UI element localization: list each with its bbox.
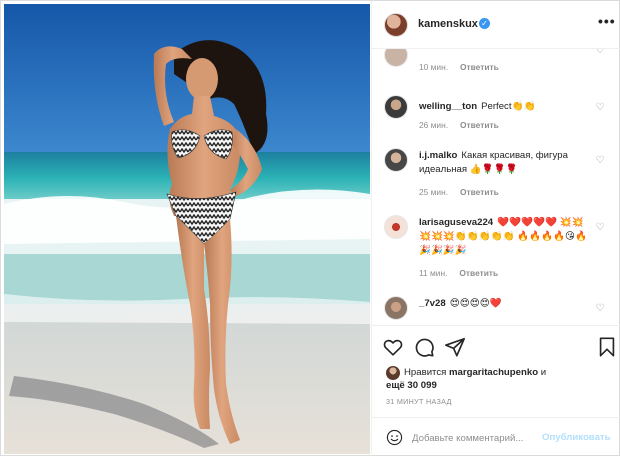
verified-badge-icon: ✓	[479, 18, 490, 29]
comment-icon[interactable]	[413, 336, 435, 358]
comment-username[interactable]: _7v28	[419, 298, 446, 309]
comment-heart-icon[interactable]: ♡	[594, 222, 606, 234]
likes-count[interactable]: ещё 30 099	[386, 380, 437, 391]
post-photo[interactable]	[4, 4, 370, 454]
heart-icon[interactable]	[382, 336, 404, 358]
comment-username[interactable]: welling__ton	[419, 101, 477, 112]
commenter-avatar[interactable]	[384, 148, 408, 172]
comment-text: welling__ton Perfect👏👏	[419, 100, 589, 114]
comment-heart-icon[interactable]: ♡	[594, 49, 606, 57]
commenter-avatar[interactable]	[384, 215, 408, 239]
comment-text: _7v28 😍😍😍😍❤️	[419, 297, 589, 311]
emoji-icon[interactable]	[386, 429, 403, 446]
reply-button[interactable]: Ответить	[460, 120, 499, 130]
bookmark-icon[interactable]	[596, 336, 618, 358]
post-frame: kamenskux ✓ ••• ♡ 10 мин. Ответить wellin…	[0, 0, 620, 456]
comment-meta: 25 мин. Ответить	[419, 187, 499, 197]
more-options-icon[interactable]: •••	[598, 13, 616, 29]
add-comment-bar: Опубликовать	[372, 417, 620, 456]
commenter-avatar[interactable]	[384, 49, 408, 67]
comment-meta: 26 мин. Ответить	[419, 120, 499, 130]
post-comment-button[interactable]: Опубликовать	[542, 432, 611, 443]
likes-prefix: Нравится	[404, 367, 447, 378]
comment-heart-icon[interactable]: ♡	[594, 102, 606, 114]
comment-meta: 10 мин. Ответить	[419, 62, 499, 72]
post-timestamp[interactable]: 31 МИНУТ НАЗАД	[386, 397, 452, 406]
reply-button[interactable]: Ответить	[460, 62, 499, 72]
author-avatar[interactable]	[384, 13, 408, 37]
comment-text: larisaguseva224 ❤️❤️❤️❤️❤️ 💥💥💥💥💥👏👏👏👏👏 🔥🔥🔥…	[419, 216, 589, 258]
beach-photo	[4, 4, 370, 454]
post-actions: Нравится margaritachupenko и ещё 30 099 …	[372, 325, 620, 456]
liker-username[interactable]: margaritachupenko	[449, 367, 538, 378]
post-side-panel: kamenskux ✓ ••• ♡ 10 мин. Ответить wellin…	[371, 1, 620, 456]
send-icon[interactable]	[444, 336, 466, 358]
likes-and: и	[540, 367, 547, 378]
commenter-avatar[interactable]	[384, 95, 408, 119]
comment-time: 11 мин.	[419, 268, 448, 278]
comment-time: 26 мин.	[419, 120, 449, 130]
commenter-avatar[interactable]	[384, 296, 408, 320]
comment-text: i.j.malko Какая красивая, фигура идеальна…	[419, 149, 589, 177]
comment-username[interactable]: larisaguseva224	[419, 217, 493, 228]
comments-list[interactable]: ♡ 10 мин. Ответить welling__ton Perfect👏👏 …	[372, 49, 620, 325]
comment-meta: 11 мин. Ответить	[419, 268, 498, 278]
comment-time: 10 мин.	[419, 62, 449, 72]
post-header: kamenskux ✓ •••	[372, 1, 620, 49]
comment-username[interactable]: i.j.malko	[419, 150, 457, 161]
comment-heart-icon[interactable]: ♡	[594, 155, 606, 167]
author-username[interactable]: kamenskux	[418, 18, 478, 30]
liker-avatar[interactable]	[386, 366, 400, 380]
add-comment-input[interactable]	[412, 429, 542, 447]
comment-time: 25 мин.	[419, 187, 449, 197]
reply-button[interactable]: Ответить	[460, 187, 499, 197]
comment-body: Perfect👏👏	[481, 101, 536, 112]
comment-body: 😍😍😍😍❤️	[449, 298, 502, 309]
comment-heart-icon[interactable]: ♡	[594, 303, 606, 315]
reply-button[interactable]: Ответить	[459, 268, 498, 278]
